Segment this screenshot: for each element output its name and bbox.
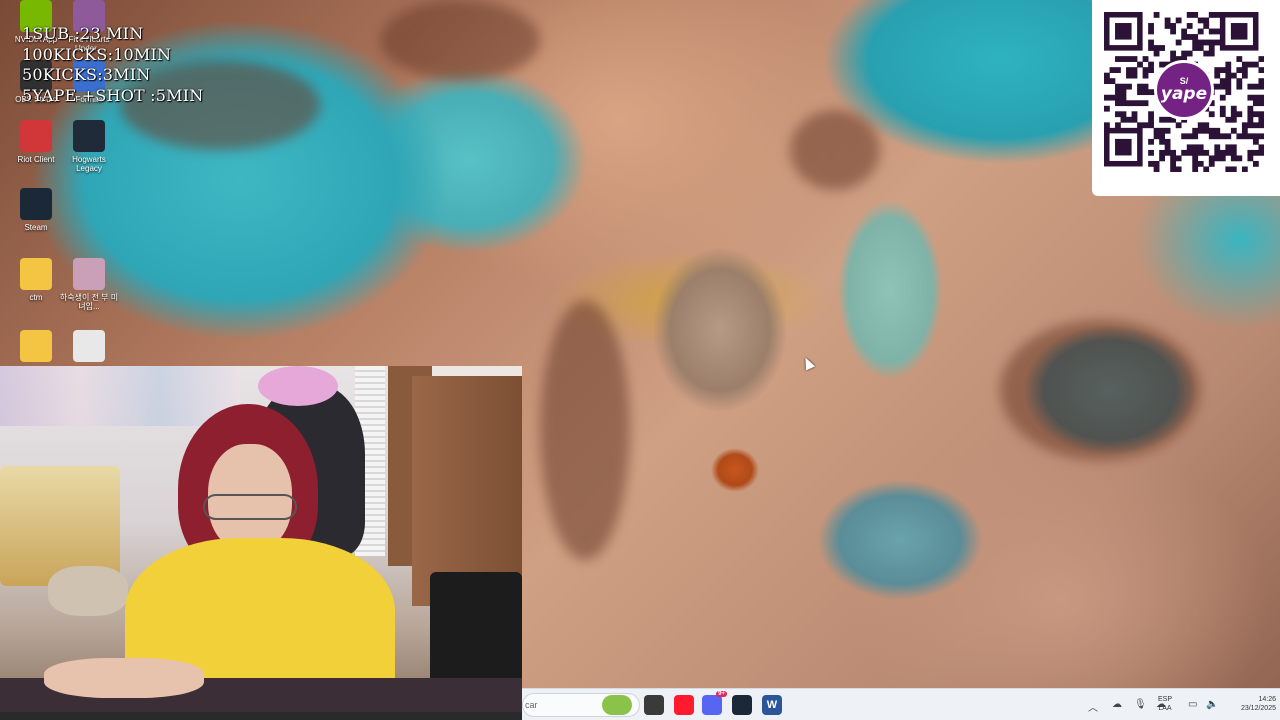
folder-icon (20, 330, 52, 362)
video-icon (73, 330, 105, 362)
desktop-icon[interactable]: Riot Client (6, 120, 66, 164)
search-placeholder: car (525, 700, 538, 710)
taskbar: car 9+ W ︿ ☁ 🎙 ☁ ESP LAA ▭ 🔈 14:26 23/12/… (522, 688, 1280, 720)
desktop-icon[interactable]: Steam (6, 188, 66, 232)
desktop-icon-label: Steam (24, 223, 48, 232)
hogwarts-icon (73, 120, 105, 152)
clock-date: 23/12/2025 (1240, 705, 1276, 712)
cam-dog (48, 566, 128, 616)
wallpaper-rock-ridge (1000, 320, 1200, 460)
desktop-icon[interactable]: Hogwarts Legacy (59, 120, 119, 173)
webcam-feed (0, 366, 522, 712)
language-code: ESP (1157, 696, 1172, 703)
overlay-line: 5YAPE +SHOT :5MIN (22, 85, 204, 105)
brand-name: yape (1160, 84, 1208, 104)
stream-goals-overlay: 1SUB :23 MIN 100KICKS:10MIN 50KICKS:3MIN… (22, 24, 203, 106)
steam-icon[interactable] (732, 695, 752, 715)
clock[interactable]: 14:26 23/12/2025 (1226, 695, 1276, 713)
network-icon[interactable]: ▭ (1188, 699, 1197, 710)
anime-icon (73, 258, 105, 290)
cam-glasses (203, 494, 297, 520)
volume-icon[interactable]: 🔈 (1206, 699, 1218, 710)
desktop-icon-label: ctm (29, 293, 43, 302)
desktop-icon[interactable]: portal (6, 330, 66, 366)
yape-logo: S/ yape (1154, 60, 1214, 120)
overlay-line: 100KICKS:10MIN (22, 44, 172, 64)
steam-icon (20, 188, 52, 220)
cloud-off-icon[interactable]: ☁ (1112, 699, 1122, 710)
app-letter: W (766, 699, 778, 711)
cam-wall-posters (0, 366, 240, 426)
notification-badge: 9+ (716, 691, 727, 697)
yape-qr-panel: S/ yape (1092, 0, 1280, 196)
overlay-line: 50KICKS:3MIN (22, 65, 151, 84)
desktop-icon-label: 하숙생이 전 부 미녀임... (59, 293, 119, 311)
widgets-icon[interactable] (602, 695, 632, 715)
desktop-icon-label: Hogwarts Legacy (72, 155, 106, 173)
word-icon[interactable]: W (762, 695, 782, 715)
tray-chevron-up-icon[interactable]: ︿ (1088, 699, 1098, 714)
desktop-icon-label: Riot Client (17, 155, 55, 164)
wallpaper-rock-ridge (380, 0, 540, 80)
cam-plush (258, 366, 338, 406)
desktop-icon[interactable]: 하숙생이 전 부 미녀임... (59, 258, 119, 311)
webcam-bottom-border (0, 712, 522, 720)
folder-icon (20, 258, 52, 290)
opera-icon[interactable] (674, 695, 694, 715)
riot-icon (20, 120, 52, 152)
wallpaper-rock-ridge (540, 300, 630, 560)
wallpaper-rock-ridge (790, 110, 880, 190)
language-indicator[interactable]: ESP LAA (1152, 695, 1178, 713)
discord-icon[interactable]: 9+ (702, 691, 727, 715)
cam-hands (44, 658, 204, 698)
chrome-icon[interactable] (644, 695, 664, 715)
desktop-icon[interactable]: LA HISTORIA (59, 330, 119, 366)
overlay-line: 1SUB :23 MIN (22, 24, 144, 43)
microphone-icon[interactable]: 🎙 (1134, 699, 1147, 710)
clock-time: 14:26 (1258, 696, 1276, 703)
keyboard-layout: LAA (1158, 705, 1172, 712)
desktop-icon[interactable]: ctm (6, 258, 66, 302)
